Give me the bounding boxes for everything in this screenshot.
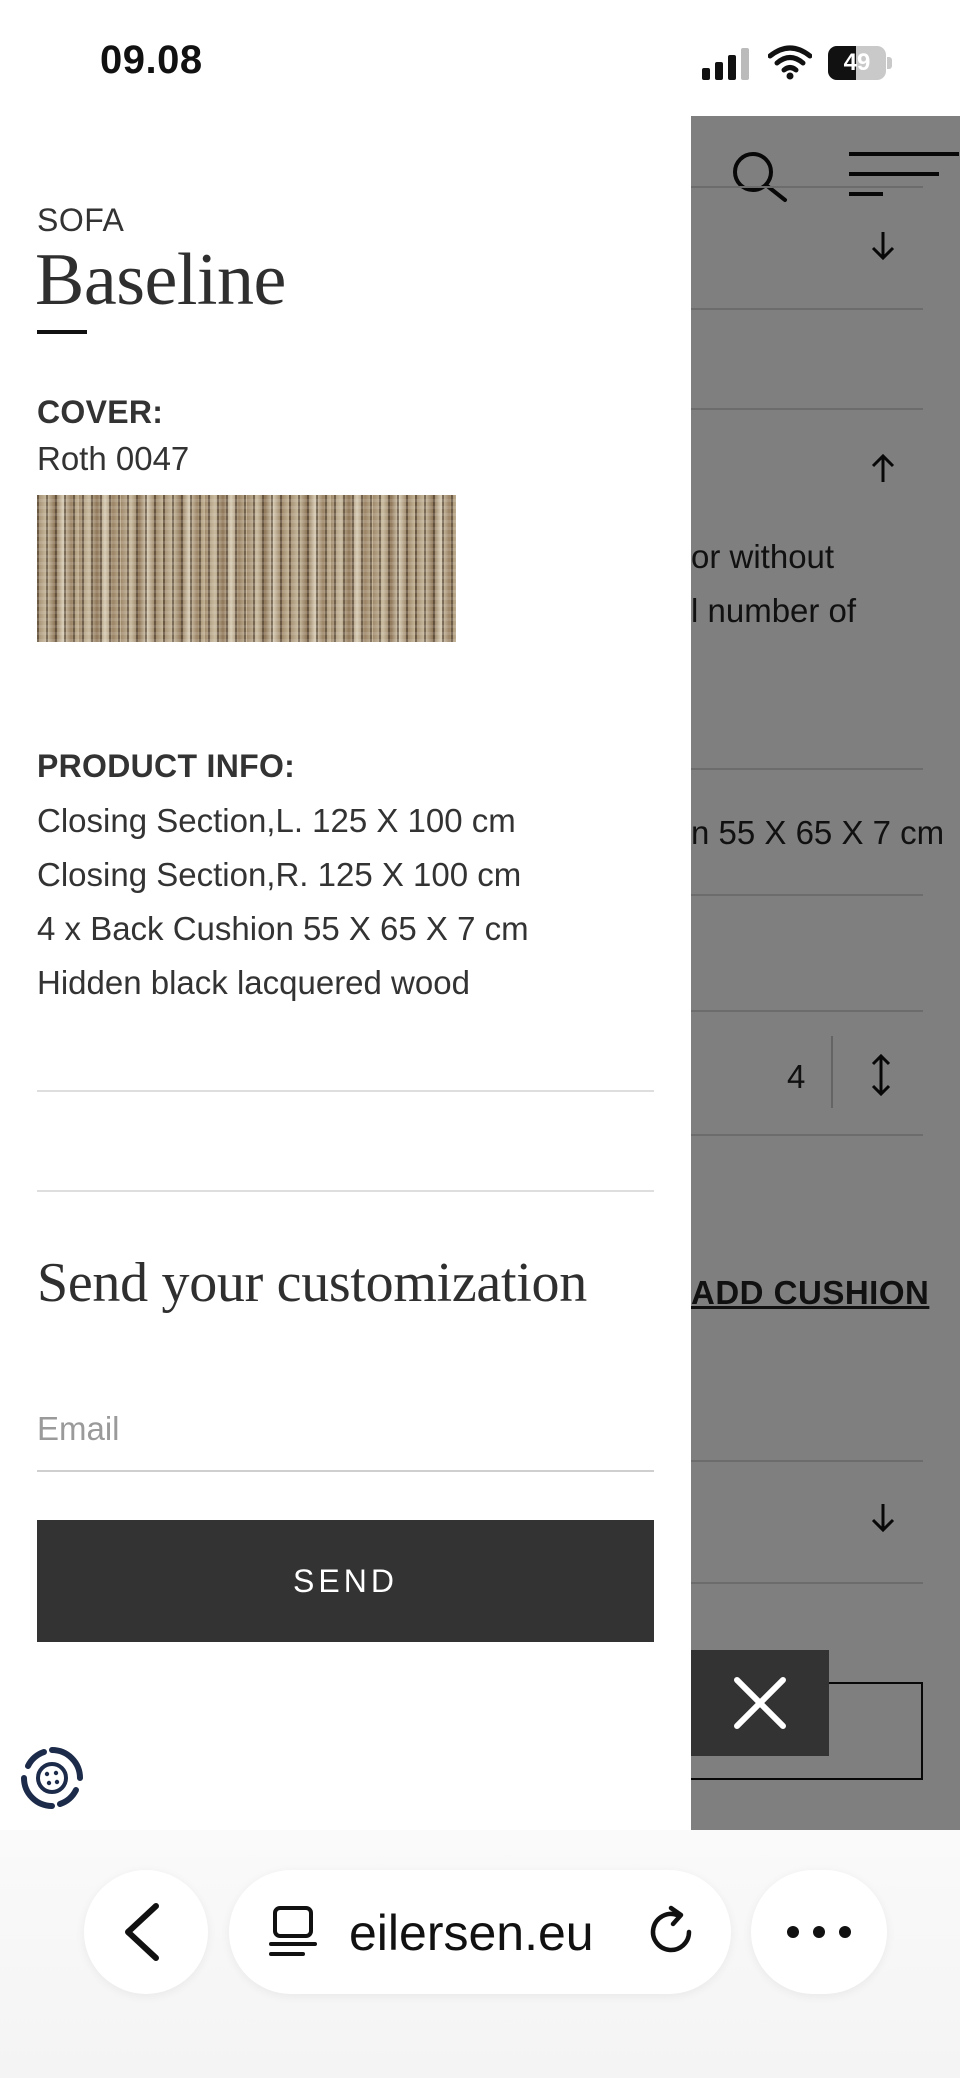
product-info-line: 4 x Back Cushion 55 X 65 X 7 cm — [37, 910, 529, 947]
reader-icon[interactable] — [265, 1902, 325, 1962]
product-info-line: Closing Section,R. 125 X 100 cm — [37, 856, 522, 893]
email-field[interactable] — [37, 1388, 654, 1472]
send-customization-heading: Send your customization — [37, 1252, 587, 1314]
battery-icon: 49 — [828, 46, 892, 80]
close-icon — [734, 1677, 786, 1729]
status-time: 09.08 — [100, 38, 203, 82]
cookie-settings-icon[interactable] — [16, 1742, 88, 1814]
modal-overlay[interactable] — [691, 116, 960, 1830]
product-info-line: Hidden black lacquered wood — [37, 964, 470, 1001]
divider — [37, 1090, 654, 1092]
product-category: SOFA — [37, 202, 125, 238]
address-bar[interactable]: eilersen.eu — [229, 1870, 731, 1994]
back-icon — [125, 1903, 159, 1961]
url-text: eilersen.eu — [349, 1905, 594, 1961]
divider — [37, 1190, 654, 1192]
product-info-line: Closing Section,L. 125 X 100 cm — [37, 802, 516, 839]
customization-drawer: SOFA Baseline COVER: Roth 0047 PRODUCT I… — [0, 116, 691, 1830]
close-drawer-button[interactable] — [691, 1650, 829, 1756]
fabric-swatch — [37, 495, 456, 642]
send-button[interactable]: SEND — [37, 1520, 654, 1642]
title-underline — [37, 330, 87, 334]
cover-value: Roth 0047 — [37, 440, 190, 477]
cellular-signal-icon — [702, 48, 750, 80]
more-icon — [787, 1926, 851, 1938]
battery-level: 49 — [843, 49, 871, 76]
browser-toolbar: eilersen.eu — [0, 1830, 960, 2078]
reload-icon[interactable] — [643, 1902, 703, 1962]
more-button[interactable] — [751, 1870, 887, 1994]
wifi-icon — [768, 45, 812, 80]
product-info-label: PRODUCT INFO: — [37, 748, 296, 784]
product-title: Baseline — [35, 239, 286, 321]
back-button[interactable] — [84, 1870, 208, 1994]
status-bar: 09.08 49 — [0, 0, 960, 116]
cover-label: COVER: — [37, 394, 164, 430]
